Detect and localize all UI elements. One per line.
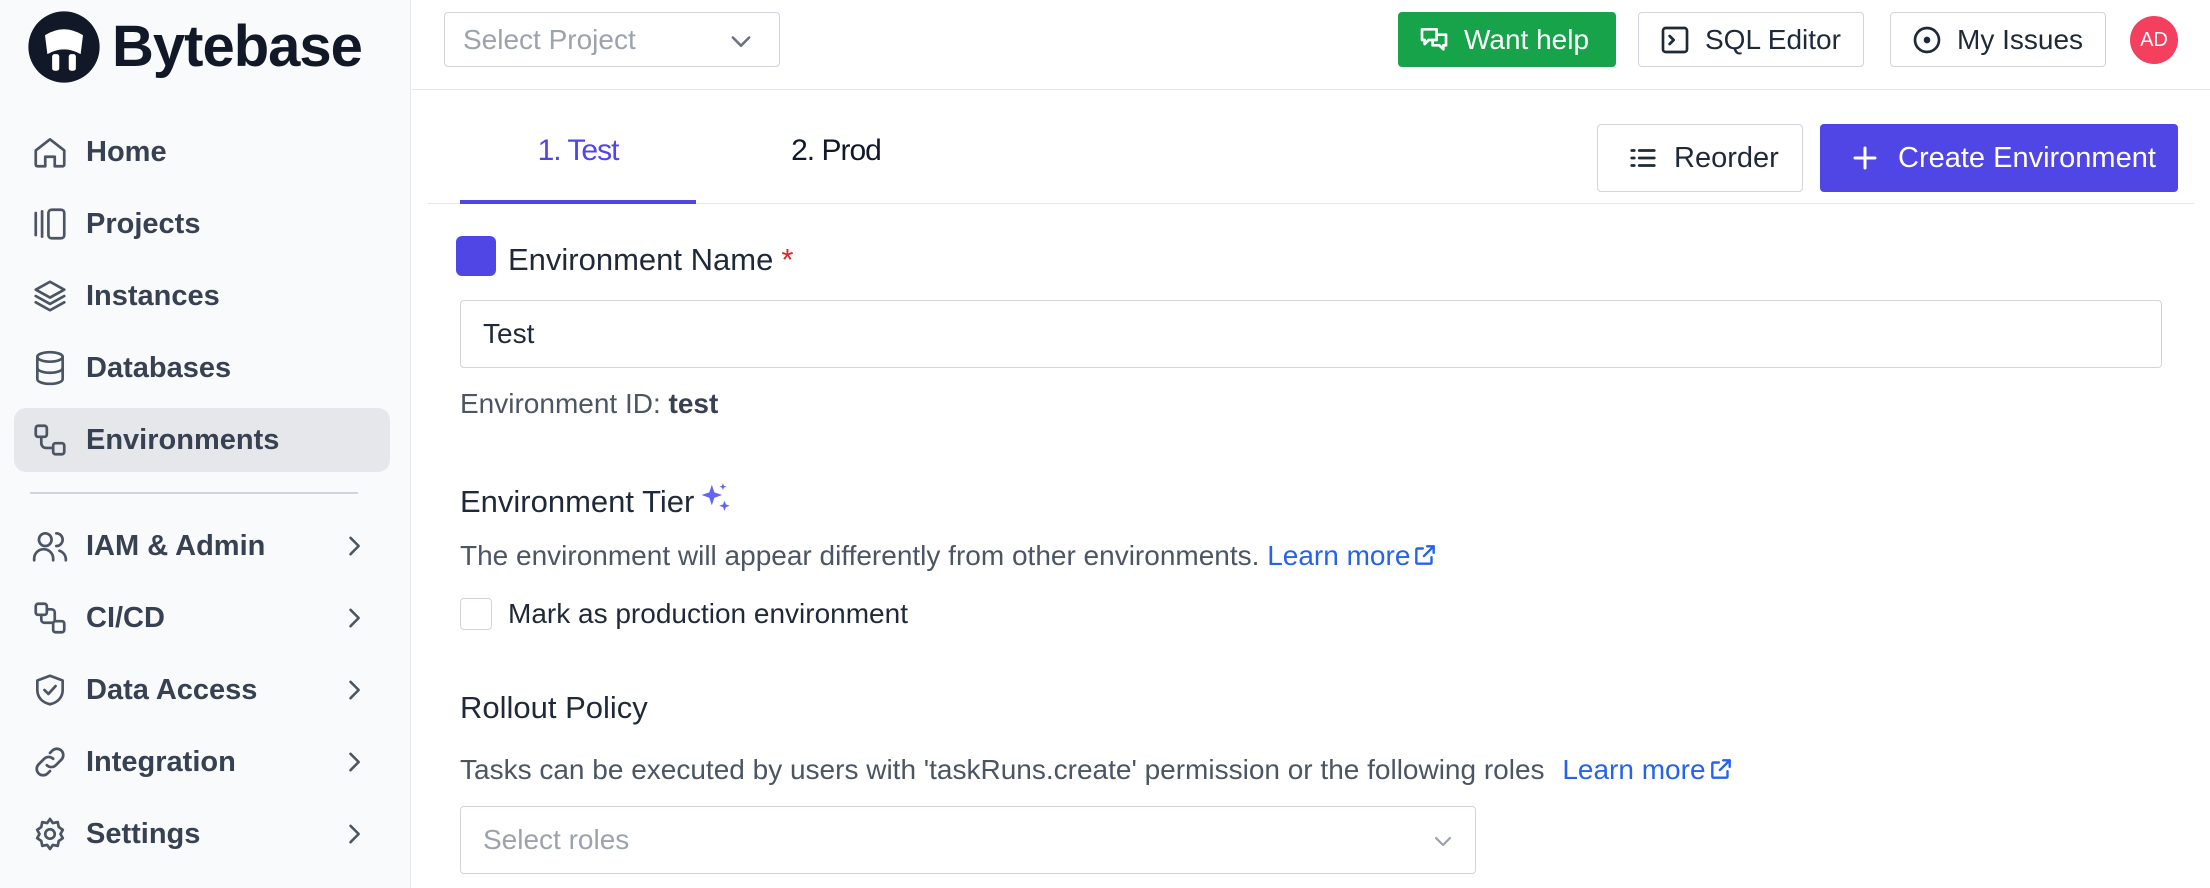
environment-color-picker[interactable] <box>456 236 496 276</box>
external-link-icon <box>1412 542 1438 568</box>
circle-dot-icon <box>1913 26 1941 53</box>
link-icon <box>30 742 70 782</box>
brand-name: Bytebase <box>112 13 363 79</box>
chevron-right-icon <box>340 820 368 848</box>
chevron-down-icon <box>1431 829 1455 853</box>
tab-prod[interactable]: 2. Prod <box>718 134 954 204</box>
chevron-right-icon <box>340 748 368 776</box>
sidebar-item-label: Integration <box>86 745 236 778</box>
reorder-button[interactable]: Reorder <box>1597 124 1803 192</box>
plus-icon <box>1853 146 1877 170</box>
chevron-right-icon <box>340 676 368 704</box>
database-icon <box>30 348 70 388</box>
rollout-description-text: Tasks can be executed by users with 'tas… <box>460 754 1545 785</box>
environment-name-label: Environment Name <box>508 242 774 277</box>
bytebase-logo-icon <box>28 11 100 83</box>
chevron-right-icon <box>340 604 368 632</box>
environments-icon <box>30 420 70 460</box>
environment-tabs: 1. Test 2. Prod Reorder Create Environme… <box>428 90 2194 204</box>
sidebar-item-label: IAM & Admin <box>86 529 266 562</box>
workflow-icon <box>30 598 70 638</box>
list-ordered-icon <box>1630 149 1656 167</box>
environment-tier-title: Environment Tier <box>460 480 734 520</box>
environment-name-title: Environment Name * <box>508 242 793 278</box>
create-environment-label: Create Environment <box>1898 141 2156 174</box>
sidebar: Bytebase Home Projects Instances Databas… <box>0 0 411 888</box>
sidebar-item-instances[interactable]: Instances <box>14 264 390 328</box>
tier-learn-more-link[interactable]: Learn more <box>1267 540 1438 571</box>
sidebar-item-data-access[interactable]: Data Access <box>14 658 390 722</box>
roles-select-placeholder: Select roles <box>483 824 630 855</box>
environment-tier-label: Environment Tier <box>460 484 695 519</box>
sidebar-item-home[interactable]: Home <box>14 120 390 184</box>
sidebar-item-settings[interactable]: Settings <box>14 802 390 866</box>
terminal-icon <box>1661 26 1689 53</box>
learn-more-label: Learn more <box>1562 754 1706 785</box>
sparkles-icon <box>696 480 734 518</box>
users-icon <box>30 526 70 566</box>
sql-editor-button[interactable]: SQL Editor <box>1638 12 1864 67</box>
sidebar-item-label: Environments <box>86 423 280 456</box>
want-help-label: Want help <box>1464 23 1590 55</box>
sidebar-item-label: Instances <box>86 279 220 312</box>
my-issues-button[interactable]: My Issues <box>1890 12 2106 67</box>
create-environment-button[interactable]: Create Environment <box>1820 124 2178 192</box>
sidebar-item-label: Data Access <box>86 673 258 706</box>
chat-icon <box>1420 27 1448 51</box>
rollout-policy-title: Rollout Policy <box>460 690 648 725</box>
chevron-right-icon <box>340 532 368 560</box>
sidebar-item-label: Projects <box>86 207 201 240</box>
sidebar-item-projects[interactable]: Projects <box>14 192 390 256</box>
external-link-icon <box>1708 756 1734 782</box>
top-bar: Select Project Want help SQL Editor My I… <box>412 0 2210 90</box>
sidebar-item-integration[interactable]: Integration <box>14 730 390 794</box>
sidebar-item-label: Home <box>86 135 167 168</box>
sidebar-item-cicd[interactable]: CI/CD <box>14 586 390 650</box>
home-icon <box>30 132 70 172</box>
projects-icon <box>30 204 70 244</box>
project-select-placeholder: Select Project <box>463 23 636 55</box>
required-mark: * <box>781 242 794 277</box>
brand-logo[interactable]: Bytebase <box>26 11 363 83</box>
environment-id: Environment ID: test <box>460 388 718 420</box>
environment-name-input[interactable] <box>460 300 2162 368</box>
sidebar-divider <box>30 492 358 494</box>
tier-description-text: The environment will appear differently … <box>460 540 1260 571</box>
environment-id-label: Environment ID: <box>460 388 661 419</box>
layers-icon <box>30 276 70 316</box>
gear-icon <box>30 814 70 854</box>
sidebar-item-label: Settings <box>86 817 201 850</box>
roles-select[interactable]: Select roles <box>460 806 1476 874</box>
sql-editor-label: SQL Editor <box>1705 23 1841 55</box>
want-help-button[interactable]: Want help <box>1398 12 1616 67</box>
sidebar-item-label: Databases <box>86 351 232 384</box>
sidebar-item-iam-admin[interactable]: IAM & Admin <box>14 514 390 578</box>
production-environment-checkbox[interactable] <box>460 598 492 630</box>
learn-more-label: Learn more <box>1267 540 1411 571</box>
chevron-down-icon <box>727 27 755 55</box>
my-issues-label: My Issues <box>1957 23 2084 55</box>
avatar[interactable]: AD <box>2130 16 2178 64</box>
rollout-learn-more-link[interactable]: Learn more <box>1562 754 1733 785</box>
reorder-label: Reorder <box>1674 141 1779 174</box>
sidebar-item-environments[interactable]: Environments <box>14 408 390 472</box>
sidebar-item-databases[interactable]: Databases <box>14 336 390 400</box>
rollout-policy-description: Tasks can be executed by users with 'tas… <box>460 754 1734 786</box>
production-environment-label[interactable]: Mark as production environment <box>508 598 908 630</box>
tab-test[interactable]: 1. Test <box>460 134 696 204</box>
project-select[interactable]: Select Project <box>444 12 780 67</box>
shield-check-icon <box>30 670 70 710</box>
environment-id-value: test <box>668 388 719 419</box>
sidebar-item-label: CI/CD <box>86 601 165 634</box>
environment-tier-description: The environment will appear differently … <box>460 540 1438 572</box>
